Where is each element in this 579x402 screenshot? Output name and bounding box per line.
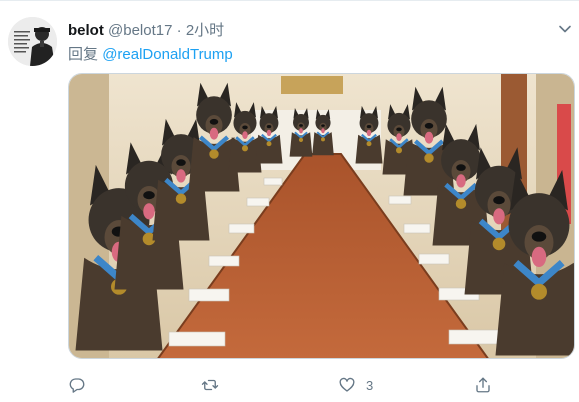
media-photo	[69, 74, 574, 358]
share-icon	[476, 377, 490, 393]
author-name[interactable]: belot	[68, 22, 104, 39]
share-button[interactable]	[474, 374, 492, 396]
like-count: 3	[366, 377, 374, 393]
reply-context: 回复 @realDonaldTrump	[68, 43, 233, 64]
chevron-down-icon[interactable]	[557, 21, 573, 37]
heart-icon	[339, 377, 355, 392]
tweet-actions: 3	[0, 371, 579, 399]
avatar[interactable]	[8, 17, 57, 66]
retweet-button[interactable]	[201, 374, 219, 396]
tweet[interactable]: belot @belot17 · 2小时 回复 @realDonaldTrump	[0, 0, 579, 402]
like-button[interactable]: 3	[338, 374, 373, 396]
reply-mention-link[interactable]: @realDonaldTrump	[102, 46, 233, 63]
avatar-image	[8, 17, 57, 66]
reply-button[interactable]	[68, 374, 86, 396]
reply-icon	[69, 378, 85, 393]
reply-prefix: 回复	[68, 46, 99, 63]
tweet-media-image[interactable]	[68, 73, 575, 359]
tweet-header: belot @belot17 · 2小时	[68, 19, 224, 39]
retweet-icon	[201, 379, 219, 391]
author-handle[interactable]: @belot17	[108, 22, 172, 39]
timestamp[interactable]: 2小时	[186, 22, 224, 39]
separator: ·	[176, 22, 182, 39]
